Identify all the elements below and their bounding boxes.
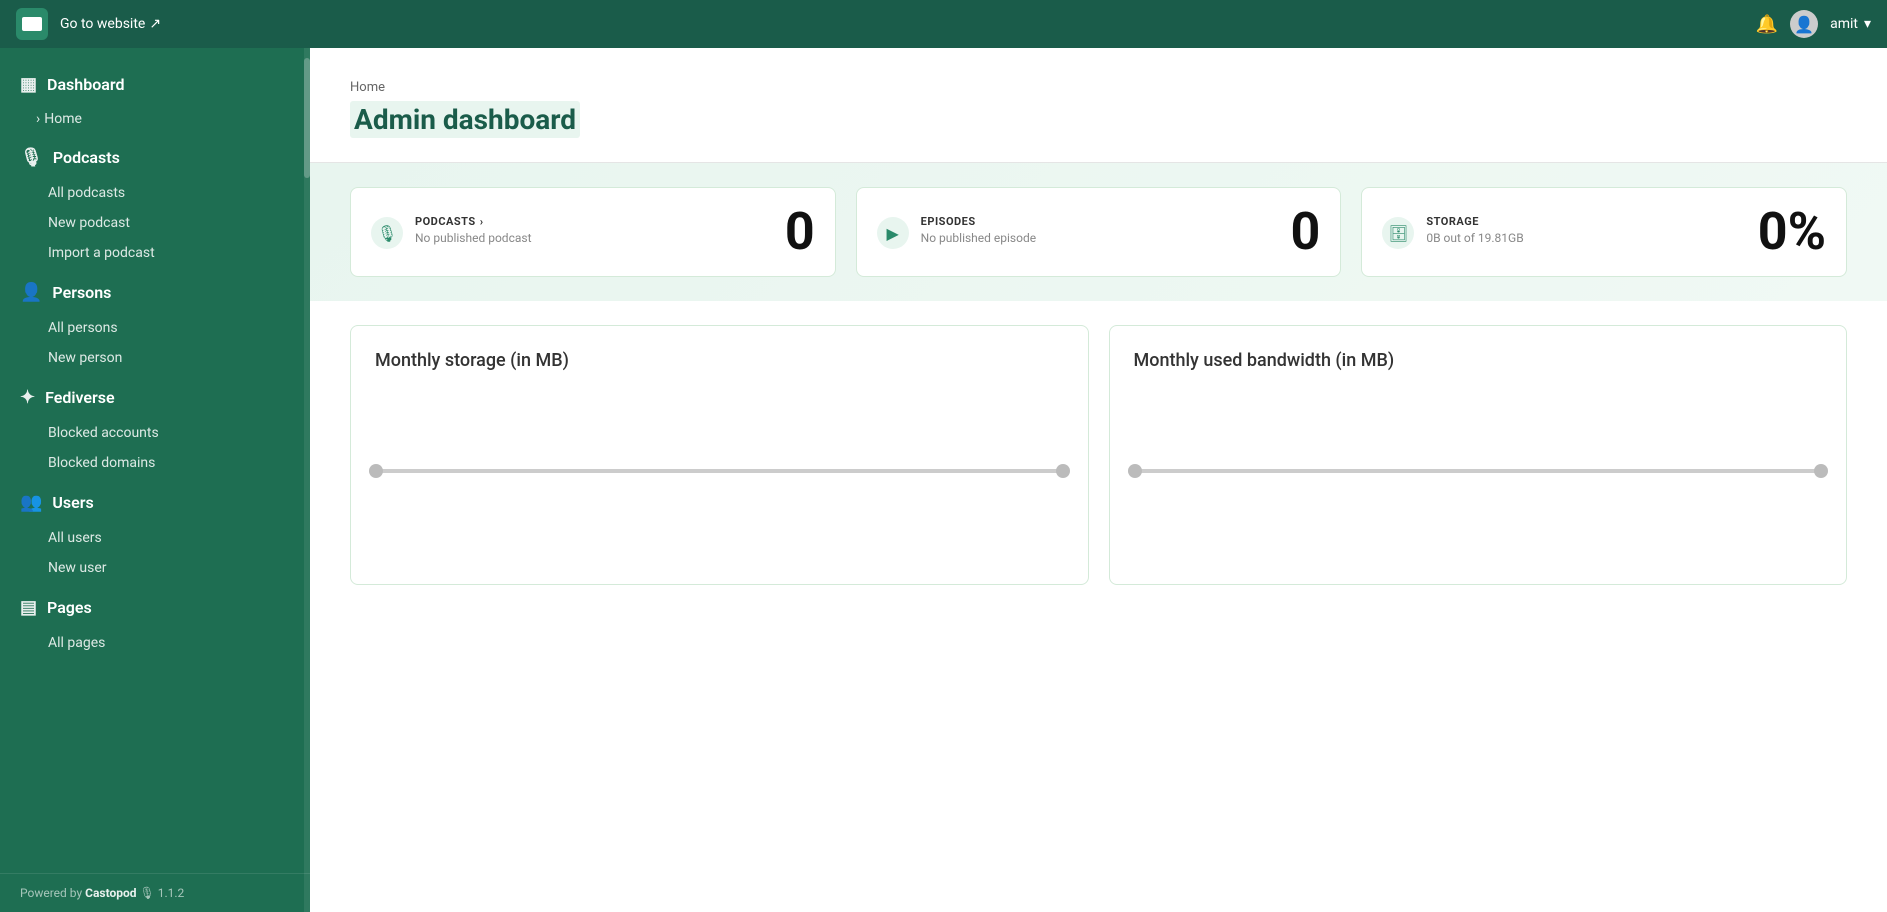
chart-bandwidth-dot-right bbox=[1814, 464, 1828, 478]
chart-bandwidth-line bbox=[1134, 469, 1823, 473]
user-menu[interactable]: amit ▾ bbox=[1830, 16, 1871, 32]
sidebar-persons-label: Persons bbox=[52, 283, 111, 302]
sidebar-scroll: ▦ Dashboard › Home 🎙 Podcasts All podcas… bbox=[0, 48, 310, 873]
chart-storage-title: Monthly storage (in MB) bbox=[375, 350, 1064, 371]
sidebar-item-fediverse[interactable]: ✦ Fediverse bbox=[0, 377, 310, 418]
sidebar-fediverse-label: Fediverse bbox=[45, 388, 115, 407]
sidebar-section-fediverse: ✦ Fediverse Blocked accounts Blocked dom… bbox=[0, 377, 310, 478]
sidebar-item-new-podcast[interactable]: New podcast bbox=[0, 208, 310, 238]
stat-card-episodes: ▶ EPISODES No published episode 0 bbox=[856, 187, 1342, 277]
person-icon: 👤 bbox=[20, 282, 42, 303]
stat-info-storage: STORAGE 0B out of 19.81GB bbox=[1426, 215, 1523, 245]
stats-section: 🎙 PODCASTS › No published podcast 0 ▶ bbox=[310, 163, 1887, 301]
sidebar-item-all-users[interactable]: All users bbox=[0, 523, 310, 553]
chart-bandwidth-dot-left bbox=[1128, 464, 1142, 478]
stat-value-storage: 0% bbox=[1758, 206, 1826, 258]
topbar: Go to website ↗ 🔔 👤 amit ▾ bbox=[0, 0, 1887, 48]
sidebar-section-users: 👥 Users All users New user bbox=[0, 482, 310, 583]
chevron-down-icon: ▾ bbox=[1864, 16, 1871, 32]
sidebar-item-blocked-accounts[interactable]: Blocked accounts bbox=[0, 418, 310, 448]
stat-sublabel-podcasts: No published podcast bbox=[415, 231, 532, 245]
sidebar-item-blocked-domains[interactable]: Blocked domains bbox=[0, 448, 310, 478]
sidebar-item-pages[interactable]: ▤ Pages bbox=[0, 587, 310, 628]
stat-sublabel-storage: 0B out of 19.81GB bbox=[1426, 231, 1523, 245]
sidebar-section-dashboard: ▦ Dashboard › Home bbox=[0, 64, 310, 133]
podcasts-link-icon: › bbox=[480, 215, 484, 228]
chart-monthly-bandwidth: Monthly used bandwidth (in MB) bbox=[1109, 325, 1848, 585]
stat-card-podcasts: 🎙 PODCASTS › No published podcast 0 bbox=[350, 187, 836, 277]
sidebar-item-import-podcast[interactable]: Import a podcast bbox=[0, 238, 310, 268]
sidebar-section-pages: ▤ Pages All pages bbox=[0, 587, 310, 658]
scrollbar-track bbox=[304, 48, 310, 912]
users-icon: 👥 bbox=[20, 492, 42, 513]
stat-label-episodes: EPISODES bbox=[921, 215, 1036, 228]
page-title: Admin dashboard bbox=[350, 101, 580, 138]
main-header: Home Admin dashboard bbox=[310, 48, 1887, 163]
chevron-right-icon: › bbox=[36, 111, 40, 127]
stat-info-podcasts: PODCASTS › No published podcast bbox=[415, 215, 532, 245]
avatar: 👤 bbox=[1790, 10, 1818, 38]
user-name-label: amit bbox=[1830, 16, 1858, 32]
star-icon: ✦ bbox=[20, 387, 35, 408]
sidebar-section-podcasts: 🎙 Podcasts All podcasts New podcast Impo… bbox=[0, 137, 310, 268]
topbar-left: Go to website ↗ bbox=[16, 8, 161, 40]
stat-label-podcasts[interactable]: PODCASTS › bbox=[415, 215, 532, 228]
sidebar-item-new-user[interactable]: New user bbox=[0, 553, 310, 583]
breadcrumb: Home bbox=[350, 80, 1847, 95]
stat-sublabel-episodes: No published episode bbox=[921, 231, 1036, 245]
stat-label-storage: STORAGE bbox=[1426, 215, 1523, 228]
sidebar-item-persons[interactable]: 👤 Persons bbox=[0, 272, 310, 313]
stat-value-podcasts: 0 bbox=[785, 206, 815, 258]
chart-storage-dot-right bbox=[1056, 464, 1070, 478]
chart-monthly-storage: Monthly storage (in MB) bbox=[350, 325, 1089, 585]
footer-version: 1.1.2 bbox=[158, 886, 185, 900]
chart-storage-line bbox=[375, 469, 1064, 473]
footer-brand: Castopod bbox=[85, 886, 136, 900]
goto-website-label: Go to website bbox=[60, 16, 145, 32]
footer-prefix: Powered by bbox=[20, 886, 82, 900]
sidebar-home-label: Home bbox=[44, 111, 82, 127]
topbar-right: 🔔 👤 amit ▾ bbox=[1756, 10, 1871, 38]
sidebar-item-podcasts[interactable]: 🎙 Podcasts bbox=[0, 137, 310, 178]
stat-card-storage: 🗄 STORAGE 0B out of 19.81GB 0% bbox=[1361, 187, 1847, 277]
external-link-icon: ↗ bbox=[149, 16, 161, 32]
sidebar: ▦ Dashboard › Home 🎙 Podcasts All podcas… bbox=[0, 48, 310, 912]
sidebar-item-users[interactable]: 👥 Users bbox=[0, 482, 310, 523]
sidebar-item-dashboard[interactable]: ▦ Dashboard bbox=[0, 64, 310, 105]
bell-icon[interactable]: 🔔 bbox=[1756, 14, 1778, 35]
sidebar-dashboard-label: Dashboard bbox=[47, 75, 124, 94]
podcast-stat-icon: 🎙 bbox=[371, 217, 403, 249]
sidebar-item-all-pages[interactable]: All pages bbox=[0, 628, 310, 658]
charts-section: Monthly storage (in MB) Monthly used ban… bbox=[310, 301, 1887, 609]
episodes-stat-icon: ▶ bbox=[877, 217, 909, 249]
stat-card-episodes-left: ▶ EPISODES No published episode bbox=[877, 215, 1036, 249]
storage-stat-icon: 🗄 bbox=[1382, 217, 1414, 249]
sidebar-pages-label: Pages bbox=[47, 598, 92, 617]
goto-website-button[interactable]: Go to website ↗ bbox=[60, 16, 161, 32]
castopod-logo bbox=[16, 8, 48, 40]
sidebar-item-all-persons[interactable]: All persons bbox=[0, 313, 310, 343]
sidebar-item-all-podcasts[interactable]: All podcasts bbox=[0, 178, 310, 208]
sidebar-podcasts-label: Podcasts bbox=[53, 148, 120, 167]
dashboard-icon: ▦ bbox=[20, 74, 37, 95]
chart-bandwidth-area bbox=[1134, 391, 1823, 551]
stat-card-podcasts-left: 🎙 PODCASTS › No published podcast bbox=[371, 215, 532, 249]
layout: ▦ Dashboard › Home 🎙 Podcasts All podcas… bbox=[0, 48, 1887, 912]
scrollbar-thumb[interactable] bbox=[304, 58, 310, 178]
stat-value-episodes: 0 bbox=[1291, 206, 1321, 258]
sidebar-item-home[interactable]: › Home bbox=[0, 105, 310, 133]
stat-card-storage-left: 🗄 STORAGE 0B out of 19.81GB bbox=[1382, 215, 1523, 249]
sidebar-section-persons: 👤 Persons All persons New person bbox=[0, 272, 310, 373]
chart-storage-area bbox=[375, 391, 1064, 551]
sidebar-users-label: Users bbox=[52, 493, 93, 512]
mic-icon: 🎙 bbox=[20, 147, 43, 168]
sidebar-item-new-person[interactable]: New person bbox=[0, 343, 310, 373]
chart-bandwidth-title: Monthly used bandwidth (in MB) bbox=[1134, 350, 1823, 371]
chart-storage-dot-left bbox=[369, 464, 383, 478]
main-content: Home Admin dashboard 🎙 PODCASTS › No pub… bbox=[310, 48, 1887, 912]
footer-icon: 🎙 bbox=[140, 886, 158, 900]
stat-info-episodes: EPISODES No published episode bbox=[921, 215, 1036, 245]
sidebar-footer: Powered by Castopod 🎙 1.1.2 bbox=[0, 873, 310, 912]
pages-icon: ▤ bbox=[20, 597, 37, 618]
